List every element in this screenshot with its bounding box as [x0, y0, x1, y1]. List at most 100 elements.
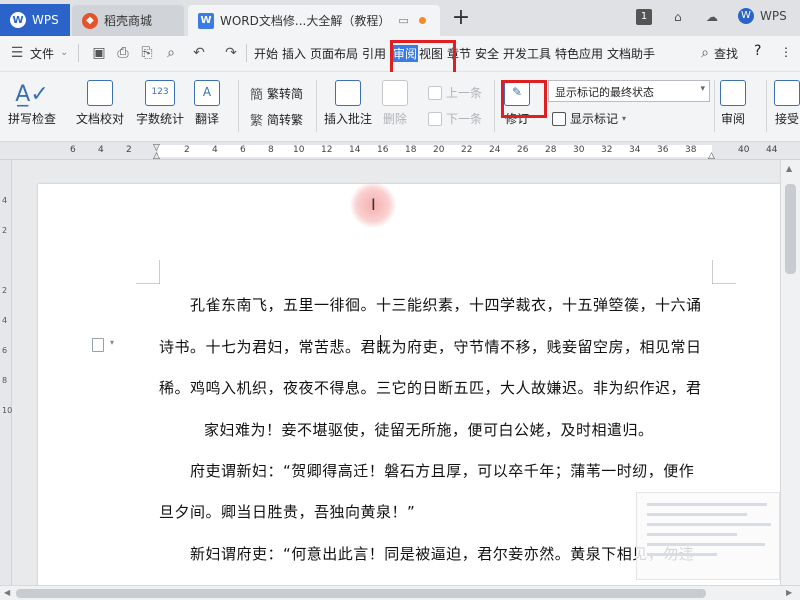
review-pane-icon	[720, 80, 746, 106]
next-comment-icon	[428, 111, 442, 126]
wps-home-tab[interactable]: W WPS	[0, 4, 70, 36]
ruler-label: 44	[766, 145, 778, 155]
horizontal-scroll-thumb[interactable]	[16, 589, 706, 598]
scroll-right-icon[interactable]: ▶	[786, 588, 792, 597]
markup-state-select[interactable]: 显示标记的最终状态 ▾	[548, 80, 710, 102]
doc-line[interactable]: 诗书。十七为君妇，常苦悲。君既为府吏，守节情不移，贱妾留空房，相见常日	[159, 336, 702, 357]
horizontal-ruler[interactable]: 6 4 2 2 4 6 8 10 12 14 16 18 20 22 24 26…	[0, 142, 800, 161]
menu-doc-assistant[interactable]: 文档助手	[607, 45, 655, 62]
ruler-label: 24	[489, 145, 501, 155]
vertical-scroll-thumb[interactable]	[785, 184, 796, 274]
menu-home[interactable]: 开始	[254, 45, 278, 62]
word-count-icon: 123	[145, 80, 175, 106]
window-count-badge[interactable]: 1	[636, 9, 652, 25]
export-pdf-icon[interactable]: ⎙	[114, 44, 132, 62]
menu-insert[interactable]: 插入	[282, 45, 306, 62]
spell-check-button[interactable]: A̲✓ 拼写检查	[8, 80, 56, 127]
chevron-down-icon: ▾	[700, 84, 705, 94]
ibeam-cursor-icon: I	[371, 195, 376, 214]
doc-line[interactable]: 新妇谓府吏：“何意出此言！同是被逼迫，君尔妾亦然。黄泉下相见，勿违	[190, 543, 694, 564]
menu-page-layout[interactable]: 页面布局	[310, 45, 358, 62]
cloud-icon[interactable]: ☁	[706, 10, 718, 24]
menu-dev-tools[interactable]: 开发工具	[503, 45, 551, 62]
new-tab-button[interactable]: +	[450, 7, 472, 30]
trad-to-simp-button[interactable]: 簡 繁转简	[250, 84, 303, 103]
simp-to-trad-button[interactable]: 繁 简转繁	[250, 110, 303, 129]
next-comment-label: 下一条	[446, 112, 483, 126]
search-icon[interactable]: ⌕	[696, 44, 714, 62]
print-icon[interactable]: ⎘	[138, 44, 156, 62]
trad-convert-label: 繁转简	[267, 87, 304, 101]
file-menu[interactable]: 文件	[30, 45, 54, 62]
ruler-label: 2	[184, 145, 190, 155]
undo-icon[interactable]: ↶	[190, 44, 208, 62]
redo-icon[interactable]: ↷	[222, 44, 240, 62]
daoke-store-tab[interactable]: ◆ 稻壳商城	[72, 5, 184, 36]
save-icon[interactable]: ▣	[90, 44, 108, 62]
scroll-up-icon[interactable]: ▲	[786, 164, 792, 173]
ruler-label: 12	[321, 145, 333, 155]
ruler-label: 10	[293, 145, 305, 155]
wps-home-label: WPS	[32, 13, 59, 27]
horizontal-scrollbar[interactable]: ◀ ▶	[0, 585, 800, 600]
insert-comment-icon	[335, 80, 361, 106]
paragraph-layout-icon[interactable]	[92, 338, 104, 352]
show-markup-button[interactable]: 显示标记 ▾	[552, 110, 626, 127]
doc-proof-button[interactable]: 文档校对	[76, 80, 124, 127]
menu-security[interactable]: 安全	[475, 45, 499, 62]
word-count-button[interactable]: 123 字数统计	[136, 80, 184, 127]
delete-comment-button[interactable]: 删除	[382, 80, 408, 127]
menu-special-apps[interactable]: 特色应用	[555, 45, 603, 62]
daoke-logo-icon: ◆	[82, 12, 98, 29]
search-label[interactable]: 查找	[714, 45, 738, 62]
insert-comment-button[interactable]: 插入批注	[324, 80, 372, 127]
ruler-label: 16	[377, 145, 389, 155]
document-tab[interactable]: W WORD文档修...大全解（教程） ▭	[188, 5, 440, 36]
menu-references[interactable]: 引用	[362, 45, 386, 62]
ruler-label: 6	[240, 145, 246, 155]
ruler-label: 26	[517, 145, 529, 155]
doc-line[interactable]: 孔雀东南飞，五里一徘徊。十三能织素，十四学裁衣，十五弹箜篌，十六诵	[190, 294, 702, 315]
show-markup-icon	[552, 111, 566, 126]
doc-line[interactable]: 府吏谓新妇：“贺卿得高迁！磐石方且厚，可以卒千年；蒲苇一时纫，便作	[190, 460, 694, 481]
document-tab-label: WORD文档修...大全解（教程）	[220, 14, 391, 28]
title-tab-bar: W WPS ◆ 稻壳商城 W WORD文档修...大全解（教程） ▭ + 1 ⌂…	[0, 0, 800, 36]
word-count-label: 字数统计	[136, 112, 185, 126]
ruler-label: 30	[573, 145, 585, 155]
revise-highlight	[501, 80, 547, 118]
translate-button[interactable]: A 翻译	[194, 80, 220, 127]
vertical-ruler[interactable]: 4 2 2 4 6 8 10	[0, 160, 12, 585]
ruler-label: 34	[629, 145, 641, 155]
more-icon[interactable]: ⋮	[780, 45, 792, 59]
wps-cloud-logo-icon: W	[738, 8, 754, 24]
simp-convert-icon: 繁	[250, 114, 264, 129]
unsaved-dot-icon	[418, 17, 426, 24]
skin-icon[interactable]: ⌂	[674, 10, 682, 24]
paragraph-layout-dropdown-icon[interactable]: ▾	[110, 338, 114, 347]
doc-line[interactable]: 稀。鸡鸣入机织，夜夜不得息。三它的日断五匹，大人故嫌迟。非为织作迟，君	[159, 377, 702, 398]
scroll-left-icon[interactable]: ◀	[4, 588, 10, 597]
review-pane-button[interactable]: 审阅	[720, 80, 746, 127]
screen-icon[interactable]: ▭	[398, 14, 408, 27]
doc-proof-label: 文档校对	[76, 112, 125, 126]
file-dropdown-icon[interactable]: ⌄	[60, 47, 68, 58]
ruler-label: 2	[126, 145, 132, 155]
translate-label: 翻译	[194, 112, 219, 126]
wps-logo-icon: W	[10, 12, 26, 28]
next-comment-button[interactable]: 下一条	[428, 110, 482, 127]
show-markup-dropdown-icon: ▾	[622, 114, 627, 123]
ruler-label: 28	[545, 145, 557, 155]
user-account[interactable]: W WPS	[738, 8, 787, 24]
accept-button[interactable]: 接受	[774, 80, 800, 127]
user-label: WPS	[760, 9, 787, 23]
hamburger-menu-icon[interactable]: ☰	[8, 44, 26, 62]
print-preview-icon[interactable]: ⌕	[162, 44, 180, 62]
doc-proof-icon	[87, 80, 113, 106]
help-icon[interactable]: ?	[754, 43, 761, 59]
doc-line[interactable]: 家妇难为！妾不堪驱使，徒留无所施，便可白公姥，及时相遣归。	[204, 419, 654, 440]
delete-comment-icon	[382, 80, 408, 106]
margin-corner-top-right	[712, 260, 736, 284]
vertical-scrollbar[interactable]: ▲	[780, 160, 800, 585]
doc-line[interactable]: 旦夕间。卿当日胜贵，吾独向黄泉！”	[159, 501, 415, 522]
prev-comment-button[interactable]: 上一条	[428, 84, 482, 101]
